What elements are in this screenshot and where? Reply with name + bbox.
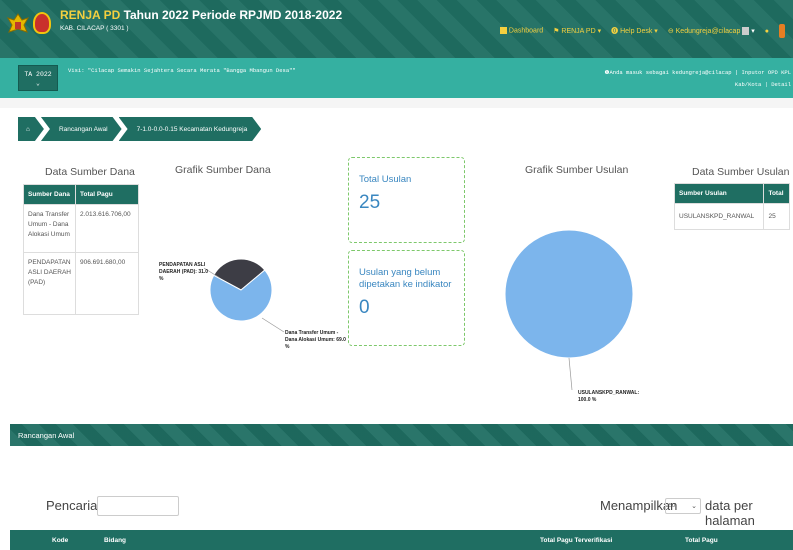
home-icon: ⌂ bbox=[26, 125, 30, 133]
breadcrumb-home[interactable]: ⌂ bbox=[18, 117, 44, 141]
nav-help-desk-label: Help Desk ▾ bbox=[620, 28, 658, 35]
nav-user-label: Kedungreja@cilacap bbox=[675, 27, 741, 35]
column-header: Sumber Usulan bbox=[673, 183, 765, 204]
grafik-dana-title: Grafik Sumber Dana bbox=[175, 164, 271, 176]
app-title[interactable]: RENJA PD Tahun 2022 Periode RPJMD 2018-2… bbox=[60, 8, 342, 22]
sumber-dana-title: Data Sumber Dana bbox=[45, 166, 135, 178]
breadcrumb-item[interactable]: Rancangan Awal bbox=[41, 117, 122, 141]
notification-icon[interactable]: ● bbox=[765, 28, 769, 35]
card-label: Usulan yang belum dipetakan ke indikator bbox=[359, 267, 452, 290]
column-header: Sumber Dana bbox=[23, 184, 76, 205]
nav-user[interactable]: ⊖ Kedungreja@cilacap ▾ bbox=[667, 27, 755, 36]
table-cell: 906.691.680,00 bbox=[75, 252, 139, 315]
help-icon: ⓿ bbox=[611, 28, 619, 35]
sumber-dana-table: Sumber Dana Total Pagu Dana Transfer Umu… bbox=[23, 184, 139, 315]
breadcrumb-item[interactable]: 7-1.0-0.0-0.15 Kecamatan Kedungreja bbox=[119, 117, 262, 141]
pie-label-pad: PENDAPATAN ASLI DAERAH (PAD): 31.0 % bbox=[159, 262, 209, 282]
card-label: Total Usulan bbox=[359, 174, 412, 185]
nav-dashboard-label: Dashboard bbox=[508, 27, 544, 35]
sumber-usulan-table: Sumber Usulan Total USULANSKPD_RANWAL 25 bbox=[673, 183, 790, 230]
section-header: Rancangan Awal bbox=[10, 424, 793, 446]
table-cell: Dana Transfer Umum - Dana Alokasi Umum bbox=[23, 204, 76, 253]
table-row: Dana Transfer Umum - Dana Alokasi Umum 2… bbox=[23, 204, 139, 253]
card-value: 25 bbox=[359, 192, 381, 213]
year-selector[interactable]: TA 2022 ⌄ bbox=[18, 65, 58, 91]
nav-renja-pd[interactable]: ⚑ RENJA PD ▾ bbox=[553, 27, 601, 35]
per-page-label: data per halaman bbox=[705, 498, 755, 528]
garuda-logo-icon bbox=[7, 13, 29, 33]
table-row: USULANSKPD_RANWAL 25 bbox=[673, 203, 790, 230]
visi-text: Visi: "Cilacap Semakin Sejahtera Secara … bbox=[68, 67, 296, 74]
main-table-header: Kode Bidang Total Pagu Terverifikasi Tot… bbox=[10, 530, 793, 550]
sumber-usulan-title: Data Sumber Usulan bbox=[692, 166, 790, 178]
pie-slice[interactable] bbox=[209, 269, 273, 322]
user-badge bbox=[742, 27, 750, 36]
login-line-1: Anda masuk sebagai kedungreja@cilacap | … bbox=[609, 69, 791, 76]
grafik-usulan-title: Grafik Sumber Usulan bbox=[525, 164, 629, 176]
chevron-down-icon: ⌄ bbox=[691, 503, 697, 510]
year-label: TA 2022 bbox=[24, 71, 52, 78]
table-cell: USULANSKPD_RANWAL bbox=[673, 203, 765, 230]
pie-label-dau: Dana Transfer Umum - Dana Alokasi Umum: … bbox=[285, 330, 346, 350]
chevron-down-icon: ⌄ bbox=[36, 80, 40, 87]
table-row: PENDAPATAN ASLI DAERAH (PAD) 906.691.680… bbox=[23, 252, 139, 315]
square-icon bbox=[499, 27, 507, 35]
table-header-row: Sumber Usulan Total bbox=[673, 183, 790, 204]
column-header[interactable]: Total Pagu bbox=[685, 537, 718, 544]
table-cell: 2.013.616.706,00 bbox=[75, 204, 139, 253]
app-name: RENJA PD bbox=[60, 8, 121, 22]
pie-slice[interactable] bbox=[213, 258, 266, 291]
menu-strip bbox=[0, 98, 793, 108]
page-size-select[interactable]: 50 ⌄ bbox=[665, 498, 701, 514]
table-cell: PENDAPATAN ASLI DAERAH (PAD) bbox=[23, 252, 76, 315]
pie-leader-line bbox=[261, 317, 285, 333]
app-subtitle: KAB. CILACAP ( 3301 ) bbox=[60, 25, 129, 32]
page-size-value: 50 bbox=[669, 503, 676, 509]
app-title-rest: Tahun 2022 Periode RPJMD 2018-2022 bbox=[120, 8, 343, 22]
flag-icon: ⚑ bbox=[553, 28, 560, 35]
breadcrumb: ⌂ Rancangan Awal 7-1.0-0.0-0.15 Kecamata… bbox=[18, 117, 258, 141]
top-nav: Dashboard ⚑ RENJA PD ▾ ⓿ Help Desk ▾ ⊖ K… bbox=[499, 24, 785, 38]
login-line-2: Kab/Kota | Detail bbox=[734, 81, 791, 88]
pie-label-usulan: USULANSKPD_RANWAL: 100.0 % bbox=[578, 390, 640, 403]
pie-leader-line bbox=[568, 357, 573, 391]
column-header: Total Pagu bbox=[75, 184, 139, 205]
column-header: Total bbox=[763, 183, 790, 204]
column-header[interactable]: Total Pagu Terverifikasi bbox=[540, 537, 612, 544]
card-value: 0 bbox=[359, 297, 370, 318]
table-header-row: Sumber Dana Total Pagu bbox=[23, 184, 139, 205]
avatar[interactable] bbox=[779, 24, 785, 38]
column-header[interactable]: Kode bbox=[52, 537, 68, 544]
table-cell: 25 bbox=[763, 203, 790, 230]
nav-help-desk[interactable]: ⓿ Help Desk ▾ bbox=[611, 26, 658, 36]
top-header: RENJA PD Tahun 2022 Periode RPJMD 2018-2… bbox=[0, 0, 793, 58]
total-usulan-card[interactable]: Total Usulan 25 bbox=[348, 157, 465, 243]
pie-slice[interactable] bbox=[504, 229, 634, 359]
user-icon: ⊖ bbox=[667, 27, 674, 35]
column-header[interactable]: Bidang bbox=[104, 537, 126, 544]
nav-dashboard[interactable]: Dashboard bbox=[499, 27, 544, 35]
nav-renja-pd-label: RENJA PD ▾ bbox=[561, 28, 602, 35]
cilacap-logo-icon bbox=[33, 12, 51, 34]
login-info: ❶Anda masuk sebagai kedungreja@cilacap |… bbox=[605, 67, 791, 91]
search-input[interactable] bbox=[97, 496, 179, 516]
unmapped-usulan-card[interactable]: Usulan yang belum dipetakan ke indikator… bbox=[348, 250, 465, 346]
